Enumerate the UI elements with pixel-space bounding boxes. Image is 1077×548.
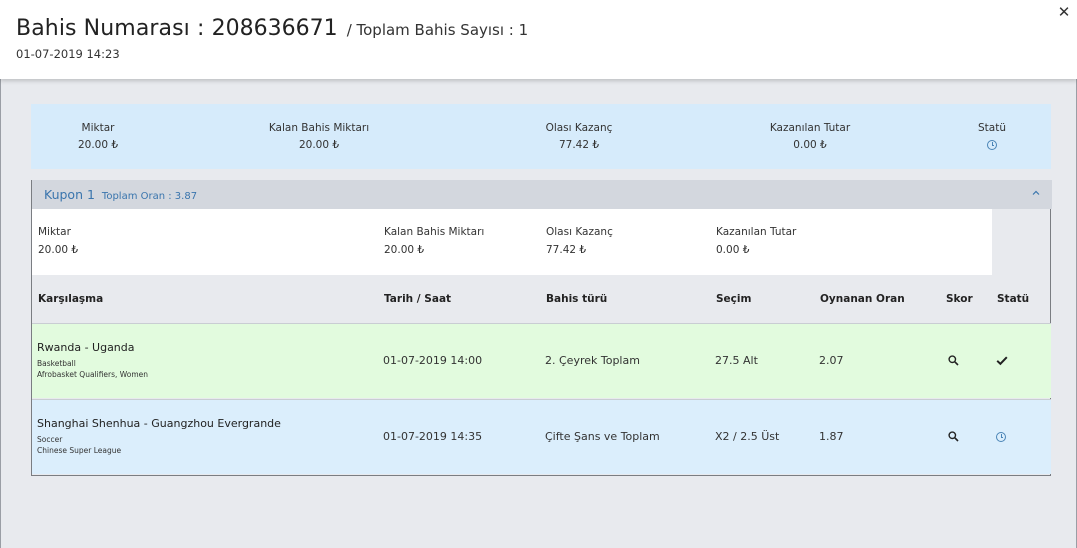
match-odds: 1.87 (819, 430, 844, 443)
coupon-amount: Miktar 20.00 ₺ (38, 226, 78, 256)
coupon-summary: Miktar 20.00 ₺ Kalan Bahis Miktarı 20.00… (32, 209, 992, 275)
summary-status: Statü (922, 122, 1062, 151)
match-selection: 27.5 Alt (715, 354, 758, 367)
clock-icon (996, 432, 1006, 442)
summary-won: Kazanılan Tutar 0.00 ₺ (740, 122, 880, 151)
match-league: Afrobasket Qualifiers, Women (37, 370, 149, 379)
search-icon[interactable] (948, 431, 959, 442)
match-teams: Rwanda - Uganda (37, 341, 135, 354)
total-bet-count: / Toplam Bahis Sayısı : 1 (346, 21, 529, 39)
frame-border-left (0, 0, 1, 548)
summary-amount: Miktar 20.00 ₺ (28, 122, 168, 151)
match-sport: Basketball (37, 359, 76, 368)
coupon-won: Kazanılan Tutar 0.00 ₺ (716, 226, 796, 256)
summary-won-value: 0.00 ₺ (793, 139, 827, 151)
summary-status-label: Statü (978, 122, 1006, 134)
match-bet-type: 2. Çeyrek Toplam (545, 354, 640, 367)
bet-date: 01-07-2019 14:23 (16, 47, 120, 61)
column-header-odds: Oynanan Oran (820, 293, 905, 305)
coupon-remaining-label: Kalan Bahis Miktarı (384, 226, 485, 238)
bet-summary: Miktar 20.00 ₺ Kalan Bahis Miktarı 20.00… (31, 104, 1051, 169)
coupon-potential-label: Olası Kazanç (546, 226, 613, 238)
summary-potential-label: Olası Kazanç (545, 122, 613, 134)
column-header-selection: Seçim (716, 293, 752, 305)
match-info: Shanghai Shenhua - Guangzhou Evergrande … (37, 417, 281, 455)
coupon-amount-value: 20.00 ₺ (38, 244, 79, 256)
bet-number: 208636671 (211, 16, 338, 41)
match-info: Rwanda - Uganda Basketball Afrobasket Qu… (37, 341, 148, 379)
coupon-title: Kupon 1 Toplam Oran : 3.87 (44, 187, 197, 202)
summary-remaining-label: Kalan Bahis Miktarı (268, 122, 370, 134)
close-icon[interactable]: ✕ (1055, 3, 1073, 21)
summary-remaining: Kalan Bahis Miktarı 20.00 ₺ (249, 122, 389, 151)
match-league: Chinese Super League (37, 446, 122, 455)
summary-potential: Olası Kazanç 77.42 ₺ (509, 122, 649, 151)
column-header-bet-type: Bahis türü (546, 293, 608, 305)
page-title: Bahis Numarası : 208636671 / Toplam Bahi… (16, 16, 528, 41)
coupon-amount-label: Miktar (38, 226, 71, 238)
clock-icon (987, 140, 997, 150)
coupon-potential: Olası Kazanç 77.42 ₺ (546, 226, 613, 256)
summary-amount-label: Miktar (81, 122, 115, 134)
title-label: Bahis Numarası : (16, 16, 212, 41)
coupon-header[interactable]: Kupon 1 Toplam Oran : 3.87 (32, 180, 1052, 209)
coupon-total-odds: Toplam Oran : 3.87 (101, 191, 198, 202)
match-selection: X2 / 2.5 Üst (715, 430, 780, 443)
search-icon[interactable] (948, 355, 959, 366)
column-header-score: Skor (946, 293, 973, 305)
chevron-up-icon[interactable] (1032, 189, 1040, 197)
match-teams: Shanghai Shenhua - Guangzhou Evergrande (37, 417, 281, 430)
coupon-remaining: Kalan Bahis Miktarı 20.00 ₺ (384, 226, 484, 256)
column-header-match: Karşılaşma (38, 293, 104, 305)
coupon-potential-value: 77.42 ₺ (546, 244, 587, 256)
column-header-status: Statü (997, 293, 1030, 305)
summary-won-label: Kazanılan Tutar (769, 122, 851, 134)
table-row: Shanghai Shenhua - Guangzhou Evergrande … (32, 399, 1051, 474)
match-datetime: 01-07-2019 14:00 (383, 354, 483, 367)
modal-header: Bahis Numarası : 208636671 / Toplam Bahi… (0, 0, 1077, 79)
coupon-won-value: 0.00 ₺ (716, 244, 750, 256)
match-bet-type: Çifte Şans ve Toplam (545, 430, 660, 443)
table-row: Rwanda - Uganda Basketball Afrobasket Qu… (32, 323, 1051, 398)
summary-potential-value: 77.42 ₺ (558, 139, 600, 151)
summary-remaining-value: 20.00 ₺ (298, 139, 340, 151)
column-header-datetime: Tarih / Saat (384, 293, 452, 305)
match-datetime: 01-07-2019 14:35 (383, 430, 483, 443)
check-icon (996, 356, 1008, 366)
summary-amount-value: 20.00 ₺ (77, 139, 119, 151)
coupon-remaining-value: 20.00 ₺ (384, 244, 425, 256)
match-odds: 2.07 (819, 354, 844, 367)
coupon-won-label: Kazanılan Tutar (716, 226, 797, 238)
match-sport: Soccer (37, 435, 63, 444)
coupon-panel: Kupon 1 Toplam Oran : 3.87 Miktar 20.00 … (31, 180, 1052, 476)
coupon-name: Kupon 1 (44, 187, 95, 202)
